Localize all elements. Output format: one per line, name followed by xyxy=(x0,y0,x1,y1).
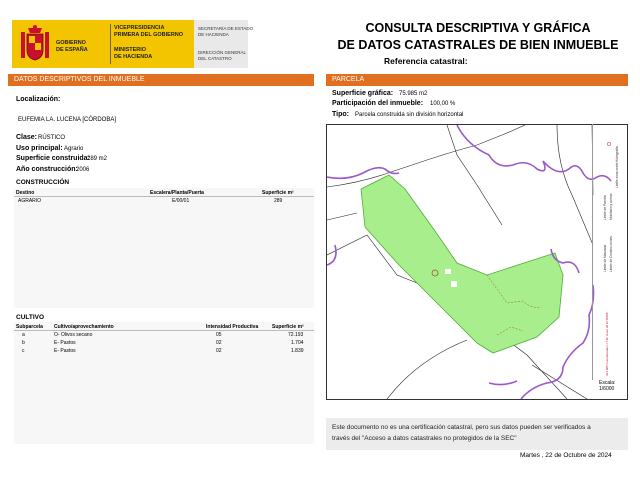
anio-label: Año construcción: xyxy=(16,166,78,173)
cultivo-row-c-intensidad: 02 xyxy=(216,348,222,354)
cultivo-divider xyxy=(14,330,314,331)
cultivo-row-a-sub: a xyxy=(22,332,25,338)
title-line-1: CONSULTA DESCRIPTIVA Y GRÁFICA xyxy=(365,21,591,35)
legend-drawing: Límite de Manzana Límite de Parcela Lími… xyxy=(603,141,619,376)
legend-zona-verde: Límite zona verde xyxy=(615,162,619,188)
superficie-construida-label: Superficie construida: xyxy=(16,155,90,162)
boundary-line xyxy=(531,364,588,400)
clase-value: RÚSTICO xyxy=(38,135,65,141)
cadastral-map[interactable] xyxy=(326,124,628,400)
legend-hidrografia: Hidrografía xyxy=(615,146,619,162)
logo-vice-text: VICEPRESIDENCIA PRIMERA DEL GOBIERNO xyxy=(114,25,184,38)
logo-country-text: GOBIERNO DE ESPAÑA xyxy=(56,40,88,53)
utm-coordinates: 364.905 Coordenadas U.T.M. Huso 30 ETRS8… xyxy=(605,312,609,376)
parcela-section-header: PARCELA xyxy=(326,74,628,86)
river-line xyxy=(326,244,337,266)
document-title: CONSULTA DESCRIPTIVA Y GRÁFICA DE DATOS … xyxy=(330,20,626,54)
superficie-grafica-value: 75.985 m2 xyxy=(399,91,428,97)
notice-line-1: Este documento no es una certificación c… xyxy=(332,424,591,431)
tipo-label: Tipo: xyxy=(332,111,349,118)
superficie-construida-value: 289 m2 xyxy=(87,156,108,162)
government-logo: GOBIERNO DE ESPAÑA VICEPRESIDENCIA PRIME… xyxy=(12,20,253,68)
logo-secretaria-text: SECRETARÍA DE ESTADO DE HACIENDA xyxy=(198,26,254,37)
disclaimer-notice: Este documento no es una certificación c… xyxy=(326,418,628,450)
cultivo-row-b-cultivo: E- Pastos xyxy=(54,340,76,346)
parcel-polygon xyxy=(360,174,564,354)
north-arrow-icon xyxy=(606,141,612,147)
boundary-line xyxy=(326,144,478,188)
cultivo-row-c-superficie: 1.839 xyxy=(291,348,304,354)
boundary-line xyxy=(556,124,594,246)
legend-construcciones: Límite de Construcciones xyxy=(609,236,613,272)
cultivo-row-b-intensidad: 02 xyxy=(216,340,222,346)
map-legend: Límite de Manzana Límite de Parcela Lími… xyxy=(592,124,628,380)
cadastral-reference-label: Referencia catastral: xyxy=(384,56,468,66)
scale-value: 1/6000 xyxy=(599,386,615,392)
uso-label: Uso principal: xyxy=(16,145,63,152)
participacion-value: 100,00 % xyxy=(430,101,456,107)
river-line xyxy=(488,380,518,386)
cultivo-row-c-cultivo: E- Pastos xyxy=(54,348,76,354)
localizacion-value: EUFEMIA LA. LUCENA [CÓRDOBA] xyxy=(18,117,117,123)
localizacion-label: Localización: xyxy=(16,96,61,103)
cultivo-title: CULTIVO xyxy=(16,314,45,321)
construccion-row-destino: AGRARIO xyxy=(18,198,42,204)
tipo-value: Parcela construida sin división horizont… xyxy=(355,112,464,118)
map-drawing xyxy=(326,124,612,400)
logo-ministry-text: MINISTERIO DE HACIENDA xyxy=(114,47,153,60)
boundary-line xyxy=(476,124,526,146)
river-line xyxy=(456,124,612,182)
superficie-grafica-label: Superficie gráfica: xyxy=(332,90,394,97)
anio-value: 2006 xyxy=(76,167,90,173)
construccion-row-superficie: 289 xyxy=(274,198,283,204)
legend-manzana: Límite de Manzana xyxy=(603,245,607,272)
logo-separator xyxy=(110,24,111,64)
map-scale: Escala: 1/6000 xyxy=(599,380,615,392)
clase-label: Clase: xyxy=(16,134,38,141)
document-date: Martes , 22 de Octubre de 2024 xyxy=(520,452,612,459)
coat-of-arms-icon xyxy=(21,25,49,61)
boundary-line xyxy=(326,212,358,221)
logo-grey-block: SECRETARÍA DE ESTADO DE HACIENDA DIRECCI… xyxy=(194,20,253,68)
logo-direccion-text: DIRECCIÓN GENERAL DEL CATASTRO xyxy=(198,50,247,61)
notice-line-2[interactable]: través del "Acceso a datos catastrales n… xyxy=(332,433,622,444)
building-label-box xyxy=(451,281,457,287)
boundary-line xyxy=(386,339,468,400)
cultivo-row-a-superficie: 72.193 xyxy=(288,332,304,338)
cultivo-row-c-sub: c xyxy=(22,348,25,354)
construccion-title: CONSTRUCCIÓN xyxy=(16,179,70,186)
cultivo-row-a-cultivo: O- Olivos secano xyxy=(54,332,93,338)
legend-parcela: Límite de Parcela xyxy=(603,195,607,220)
participacion-label: Participación del inmueble: xyxy=(332,100,424,107)
cultivo-row-b-sub: b xyxy=(22,340,25,346)
construccion-panel xyxy=(14,188,314,308)
datos-section-header: DATOS DESCRIPTIVOS DEL INMUEBLE xyxy=(8,74,314,86)
cultivo-row-a-intensidad: 05 xyxy=(216,332,222,338)
uso-value: Agrario xyxy=(64,146,84,152)
construccion-divider xyxy=(14,196,314,197)
boundary-line xyxy=(446,124,503,226)
title-line-2: DE DATOS CATASTRALES DE BIEN INMUEBLE xyxy=(337,38,619,52)
construccion-row-escalera: E/00/01 xyxy=(172,198,190,204)
building-label-box xyxy=(445,269,451,274)
legend-mobiliario: Mobiliario y aceras xyxy=(609,193,613,220)
cultivo-row-b-superficie: 1.704 xyxy=(291,340,304,346)
